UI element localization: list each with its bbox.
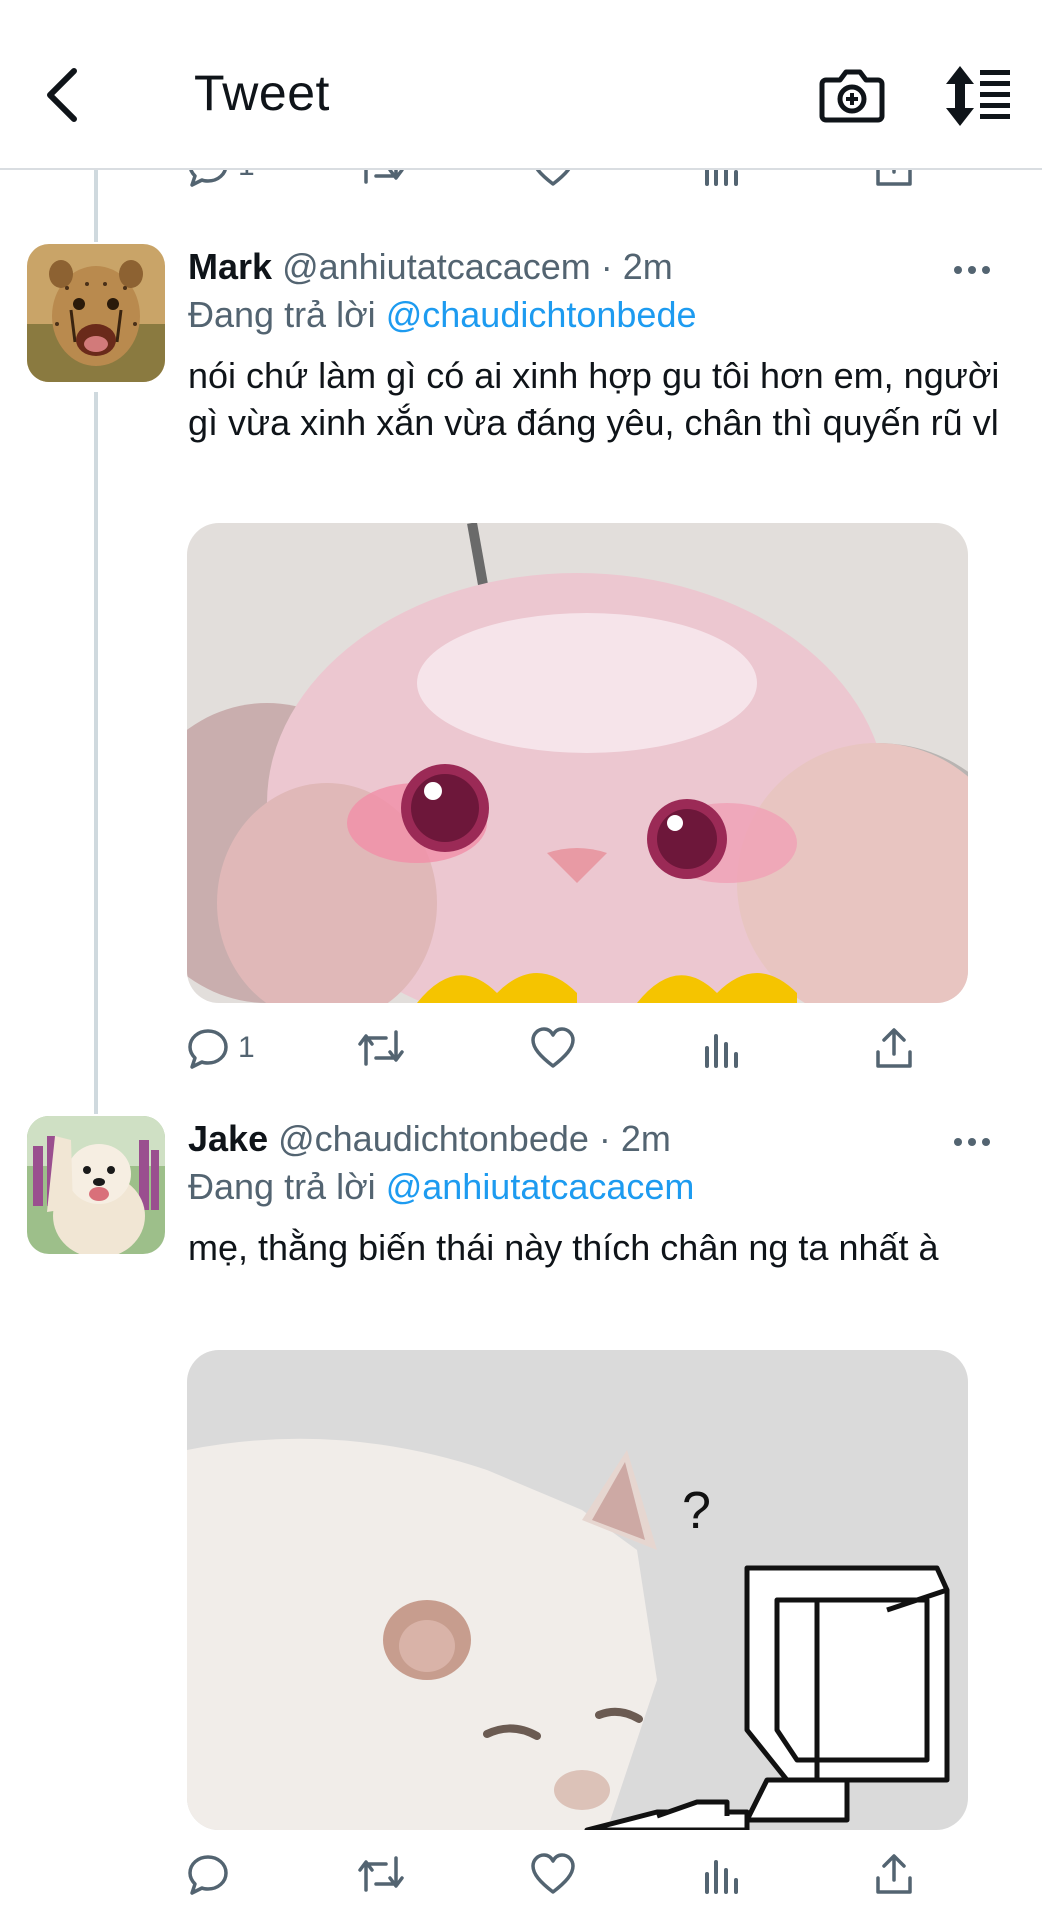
- more-button[interactable]: [944, 1122, 1000, 1162]
- replying-to: Đang trả lời @anhiutatcacacem: [188, 1166, 694, 1208]
- avatar[interactable]: [27, 1116, 165, 1254]
- dog-avatar-image: [27, 1116, 165, 1254]
- tweet-media[interactable]: ?: [187, 1350, 968, 1830]
- replying-to: Đang trả lời @chaudichtonbede: [188, 294, 696, 336]
- share-icon: [876, 1854, 912, 1894]
- top-app-bar: Tweet: [0, 0, 1042, 170]
- avatar[interactable]: [27, 244, 165, 382]
- pink-bunny-meme-image: [187, 523, 968, 1003]
- page-title: Tweet: [194, 65, 330, 121]
- question-mark-label: ?: [682, 1482, 711, 1540]
- author-name[interactable]: Jake: [188, 1118, 268, 1159]
- chevron-left-icon: [47, 68, 77, 122]
- retweet-icon: [358, 1030, 404, 1066]
- analytics-icon: [705, 1034, 738, 1068]
- replying-to-link[interactable]: @anhiutatcacacem: [386, 1166, 695, 1207]
- thread-line: [94, 392, 98, 1114]
- cheetah-avatar-image: [27, 244, 165, 382]
- camera-plus-icon: [819, 69, 885, 123]
- confused-cat-meme-image: ?: [187, 1350, 968, 1830]
- share-icon: [876, 1028, 912, 1068]
- tweet-meta: Mark @anhiutatcacacem · 2m: [188, 246, 673, 288]
- back-button[interactable]: [32, 60, 92, 130]
- tweet-actions: [186, 1844, 926, 1904]
- author-handle: @anhiutatcacacem · 2m: [282, 246, 673, 287]
- tweet-media[interactable]: [187, 523, 968, 1003]
- tweet-text: mẹ, thằng biến thái này thích chân ng ta…: [188, 1227, 939, 1268]
- more-button[interactable]: [944, 250, 1000, 290]
- heart-icon: [531, 1027, 575, 1068]
- tweet-text: nói chứ làm gì có ai xinh hợp gu tôi hơn…: [188, 355, 1000, 443]
- thread-line: [94, 168, 98, 242]
- replying-prefix: Đang trả lời: [188, 1166, 376, 1207]
- heart-icon: [531, 1853, 575, 1894]
- retweet-button[interactable]: [356, 1844, 406, 1904]
- replying-to-link[interactable]: @chaudichtonbede: [386, 294, 697, 335]
- replying-prefix: Đang trả lời: [188, 294, 376, 335]
- reply-button[interactable]: [186, 1844, 238, 1904]
- sort-icon: [946, 66, 1010, 126]
- author-handle: @chaudichtonbede · 2m: [278, 1118, 671, 1159]
- camera-button[interactable]: [818, 62, 886, 130]
- tweet-actions: 1: [186, 1018, 926, 1078]
- retweet-icon: [358, 1856, 404, 1892]
- share-button[interactable]: [872, 1018, 916, 1078]
- more-dots-icon: [954, 1138, 990, 1146]
- reply-count: 1: [238, 1031, 255, 1064]
- reply-icon: [188, 1029, 228, 1069]
- analytics-button[interactable]: [702, 1018, 742, 1078]
- sort-button[interactable]: [944, 62, 1014, 130]
- analytics-button[interactable]: [702, 1844, 742, 1904]
- share-button[interactable]: [872, 1844, 916, 1904]
- like-button[interactable]: [530, 1018, 576, 1078]
- reply-icon: [188, 1855, 228, 1895]
- author-name[interactable]: Mark: [188, 246, 272, 287]
- reply-button[interactable]: 1: [186, 1018, 255, 1078]
- tweet-meta: Jake @chaudichtonbede · 2m: [188, 1118, 671, 1160]
- analytics-icon: [705, 1860, 738, 1894]
- like-button[interactable]: [530, 1844, 576, 1904]
- retweet-button[interactable]: [356, 1018, 406, 1078]
- more-dots-icon: [954, 266, 990, 274]
